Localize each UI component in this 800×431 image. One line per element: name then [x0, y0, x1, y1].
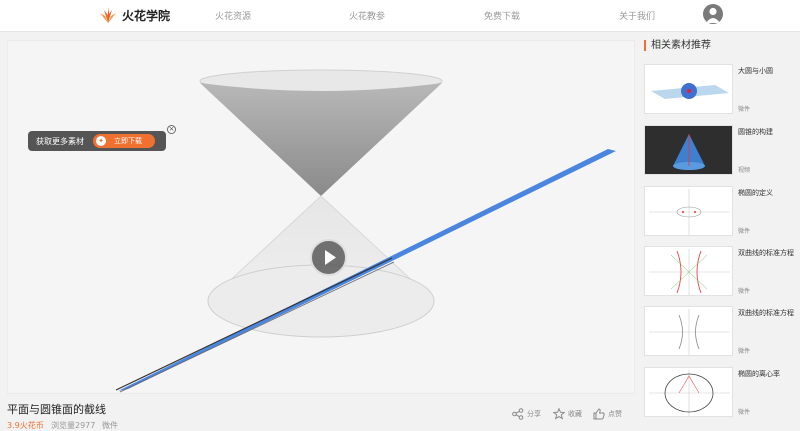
card-thumbnail [644, 306, 733, 356]
user-avatar[interactable] [703, 4, 723, 24]
like-button[interactable]: 点赞 [593, 408, 622, 420]
material-type: 微件 [102, 421, 118, 430]
card-type: 微件 [738, 228, 751, 235]
card-thumbnail [644, 125, 733, 175]
nav-free-download[interactable]: 免费下载 [484, 9, 520, 22]
card-title: 大圆与小圆 [738, 67, 773, 75]
card-type: 微件 [738, 106, 751, 113]
star-icon [553, 408, 565, 420]
flame-icon: ✦ [96, 136, 106, 146]
card-title: 圆锥的构建 [738, 128, 773, 136]
share-icon [512, 408, 524, 420]
card-type: 微件 [738, 348, 751, 355]
material-title: 平面与圆锥面的截线 [7, 403, 106, 416]
card-title: 椭圆的定义 [738, 189, 773, 197]
related-card[interactable]: 圆锥的构建 视频 [644, 125, 790, 177]
nav-teaching-reference[interactable]: 火花教参 [349, 9, 385, 22]
card-thumbnail [644, 367, 733, 417]
logo-text: 火花学院 [122, 8, 171, 23]
related-card[interactable]: 双曲线的标准方程 微件 [644, 306, 794, 358]
thumbs-up-icon [593, 408, 605, 420]
like-label: 点赞 [608, 410, 622, 418]
related-card[interactable]: 椭圆的定义 微件 [644, 186, 790, 238]
play-button[interactable] [310, 239, 347, 276]
favorite-label: 收藏 [568, 410, 582, 418]
related-materials-title: 相关素材推荐 [644, 40, 711, 51]
flame-logo-icon [100, 7, 116, 23]
download-now-button[interactable]: ✦ 立即下载 [93, 134, 155, 148]
favorite-button[interactable]: 收藏 [553, 408, 582, 420]
related-card[interactable]: 大圆与小圆 微件 [644, 64, 790, 116]
nav-resources[interactable]: 火花资源 [215, 9, 251, 22]
cone-plane-section-scene [115, 69, 616, 393]
top-navigation-bar: 火花学院 火花资源 火花教参 免费下载 关于我们 [0, 0, 800, 32]
card-title: 双曲线的标准方程 [738, 249, 794, 257]
price: 3.9火花币 [7, 421, 44, 430]
card-thumbnail [644, 186, 733, 236]
card-type: 视频 [738, 167, 751, 174]
related-card[interactable]: 椭圆的离心率 微件 [644, 367, 790, 419]
card-thumbnail [644, 246, 733, 296]
card-type: 微件 [738, 288, 751, 295]
related-card[interactable]: 双曲线的标准方程 微件 [644, 246, 794, 298]
video-player[interactable]: 获取更多素材 ✦ 立即下载 × [7, 40, 635, 394]
card-thumbnail [644, 64, 733, 114]
more-materials-text: 获取更多素材 [36, 136, 84, 146]
view-count: 浏览量2977 [51, 421, 96, 430]
site-logo[interactable]: 火花学院 [98, 6, 170, 24]
card-title: 双曲线的标准方程 [738, 309, 794, 317]
card-type: 微件 [738, 409, 751, 416]
nav-about-us[interactable]: 关于我们 [619, 9, 655, 22]
share-label: 分享 [527, 410, 541, 418]
user-icon [706, 7, 720, 23]
share-button[interactable]: 分享 [512, 408, 541, 420]
play-icon [325, 250, 336, 265]
download-now-label: 立即下载 [114, 137, 142, 145]
card-title: 椭圆的离心率 [738, 370, 780, 378]
close-icon[interactable]: × [167, 125, 176, 134]
